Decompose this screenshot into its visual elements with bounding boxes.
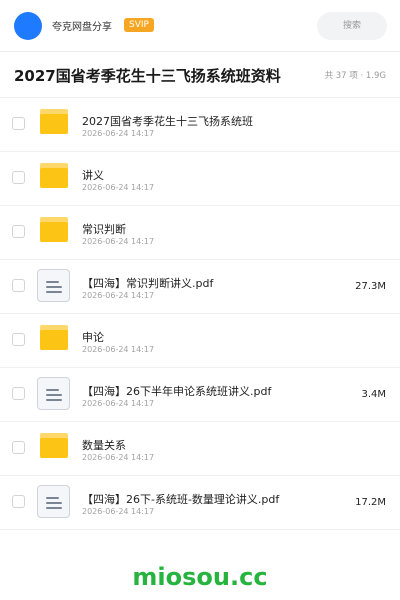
item-name[interactable]: 【四海】26下-系统班-数量理论讲义.pdf: [82, 491, 279, 507]
document-icon: [37, 377, 70, 410]
item-checkbox[interactable]: [12, 279, 25, 292]
list-item[interactable]: 【四海】26下半年申论系统班讲义.pdf 2026-06-24 14:17 3.4M: [0, 368, 400, 422]
item-date: 2026-06-24 14:17: [82, 345, 155, 354]
item-size: 27.3M: [355, 281, 386, 292]
list-item[interactable]: 常识判断 2026-06-24 14:17: [0, 206, 400, 260]
item-name[interactable]: 讲义: [82, 167, 104, 183]
brand-name: 夸克网盘分享: [52, 22, 112, 33]
folder-icon: [40, 163, 68, 188]
item-checkbox[interactable]: [12, 117, 25, 130]
item-size: 3.4M: [361, 389, 386, 400]
item-checkbox[interactable]: [12, 441, 25, 454]
item-name[interactable]: 常识判断: [82, 221, 126, 237]
item-name[interactable]: 【四海】26下半年申论系统班讲义.pdf: [82, 383, 271, 399]
folder-icon: [40, 325, 68, 350]
watermark-text: miosou.cc: [132, 563, 268, 591]
folder-icon: [40, 217, 68, 242]
item-date: 2026-06-24 14:17: [82, 291, 155, 300]
item-date: 2026-06-24 14:17: [82, 507, 155, 516]
item-checkbox[interactable]: [12, 171, 25, 184]
title-bar: 2027国省考季花生十三飞扬系统班资料 共 37 项 · 1.9G: [0, 52, 400, 98]
item-size: 17.2M: [355, 497, 386, 508]
item-checkbox[interactable]: [12, 387, 25, 400]
item-date: 2026-06-24 14:17: [82, 183, 155, 192]
item-checkbox[interactable]: [12, 225, 25, 238]
item-name[interactable]: 【四海】常识判断讲义.pdf: [82, 275, 213, 291]
list-item[interactable]: 申论 2026-06-24 14:17: [0, 314, 400, 368]
item-checkbox[interactable]: [12, 333, 25, 346]
list-item[interactable]: 【四海】常识判断讲义.pdf 2026-06-24 14:17 27.3M: [0, 260, 400, 314]
item-summary: 共 37 项 · 1.9G: [324, 71, 386, 81]
item-name[interactable]: 数量关系: [82, 437, 126, 453]
folder-icon: [40, 433, 68, 458]
item-date: 2026-06-24 14:17: [82, 399, 155, 408]
item-checkbox[interactable]: [12, 495, 25, 508]
list-item[interactable]: 【四海】26下-系统班-数量理论讲义.pdf 2026-06-24 14:17 17…: [0, 476, 400, 530]
file-list: 2027国省考季花生十三飞扬系统班 2026-06-24 14:17 讲义 2026-…: [0, 98, 400, 530]
list-item[interactable]: 数量关系 2026-06-24 14:17: [0, 422, 400, 476]
item-date: 2026-06-24 14:17: [82, 453, 155, 462]
document-icon: [37, 269, 70, 302]
top-bar: 夸克网盘分享 SVIP 搜索: [0, 0, 400, 52]
avatar[interactable]: [14, 12, 42, 40]
list-item[interactable]: 2027国省考季花生十三飞扬系统班 2026-06-24 14:17: [0, 98, 400, 152]
item-name[interactable]: 2027国省考季花生十三飞扬系统班: [82, 113, 253, 129]
folder-icon: [40, 109, 68, 134]
page-title: 2027国省考季花生十三飞扬系统班资料: [14, 67, 281, 85]
item-date: 2026-06-24 14:17: [82, 237, 155, 246]
list-item[interactable]: 讲义 2026-06-24 14:17: [0, 152, 400, 206]
item-date: 2026-06-24 14:17: [82, 129, 155, 138]
document-icon: [37, 485, 70, 518]
svip-badge: SVIP: [124, 18, 154, 32]
search-input[interactable]: 搜索: [317, 12, 387, 40]
item-name[interactable]: 申论: [82, 329, 104, 345]
